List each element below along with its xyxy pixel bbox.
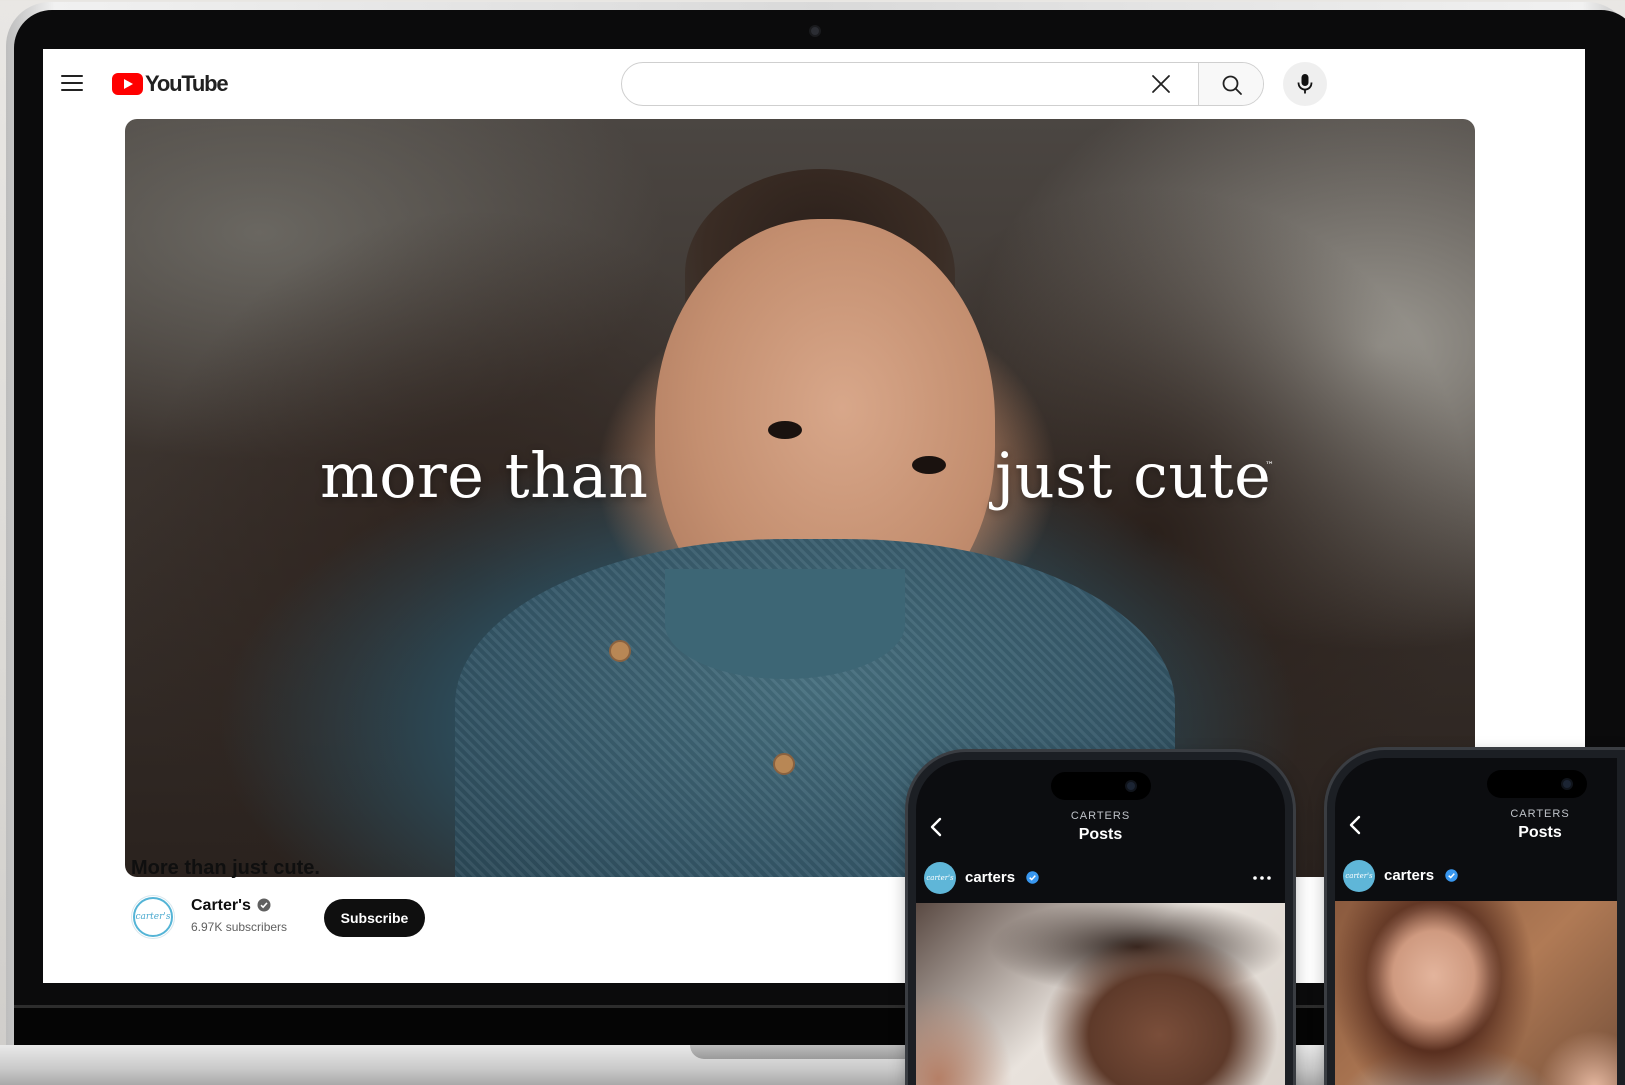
channel-avatar-logo: carter's (133, 897, 173, 937)
search-input[interactable] (622, 63, 1142, 105)
video-overlay-right: just cute (995, 439, 1272, 512)
phone-1: CARTERS Posts carter's carters (908, 752, 1293, 1085)
mic-icon (1297, 74, 1313, 94)
page-title: Posts (1518, 824, 1562, 841)
voice-search-button[interactable] (1283, 62, 1327, 106)
dynamic-island (1050, 772, 1151, 800)
verified-icon (1445, 869, 1458, 882)
youtube-logo-icon (112, 73, 143, 95)
video-overlay-left: more than (320, 439, 649, 512)
youtube-logo[interactable]: YouTube (112, 71, 229, 97)
subscribe-button[interactable]: Subscribe (324, 899, 425, 937)
video-frame-button (609, 640, 631, 662)
video-frame-eye (912, 456, 946, 474)
verified-icon (1026, 871, 1039, 884)
post-image[interactable] (916, 903, 1285, 1085)
search-icon (1222, 75, 1242, 95)
video-player[interactable]: more than just cute ™ (125, 119, 1475, 877)
video-frame-collar (665, 569, 905, 679)
menu-icon[interactable] (61, 75, 83, 91)
more-icon[interactable] (1253, 876, 1271, 880)
post-username[interactable]: carters (1384, 867, 1434, 884)
channel-avatar[interactable]: carter's (131, 895, 175, 939)
post-username[interactable]: carters (965, 869, 1015, 886)
post-image[interactable] (1335, 901, 1617, 1085)
video-title: More than just cute. (131, 857, 320, 879)
video-overlay-trademark: ™ (1265, 461, 1274, 471)
search-button[interactable] (1198, 63, 1263, 105)
subscriber-count: 6.97K subscribers (191, 920, 288, 934)
verified-icon (257, 898, 271, 912)
search-bar (621, 62, 1264, 106)
phone-2: CARTERS Posts carter's carters (1327, 750, 1625, 1085)
youtube-logo-text: YouTube (145, 71, 229, 96)
back-icon[interactable] (1347, 814, 1363, 836)
video-frame-button (773, 753, 795, 775)
profile-handle: CARTERS (1070, 810, 1131, 822)
video-frame-eye (768, 421, 802, 439)
phone-1-screen: CARTERS Posts carter's carters (916, 760, 1285, 1085)
channel-name[interactable]: Carter's (191, 897, 251, 915)
dynamic-island (1487, 770, 1587, 798)
laptop-base-notch (690, 1045, 930, 1059)
laptop-camera (809, 25, 821, 37)
post-avatar[interactable]: carter's (924, 862, 956, 894)
post-avatar[interactable]: carter's (1343, 860, 1375, 892)
clear-icon[interactable] (1150, 73, 1172, 95)
page-title: Posts (1078, 826, 1123, 843)
profile-handle: CARTERS (1510, 808, 1570, 820)
phone-2-screen: CARTERS Posts carter's carters (1335, 758, 1617, 1085)
